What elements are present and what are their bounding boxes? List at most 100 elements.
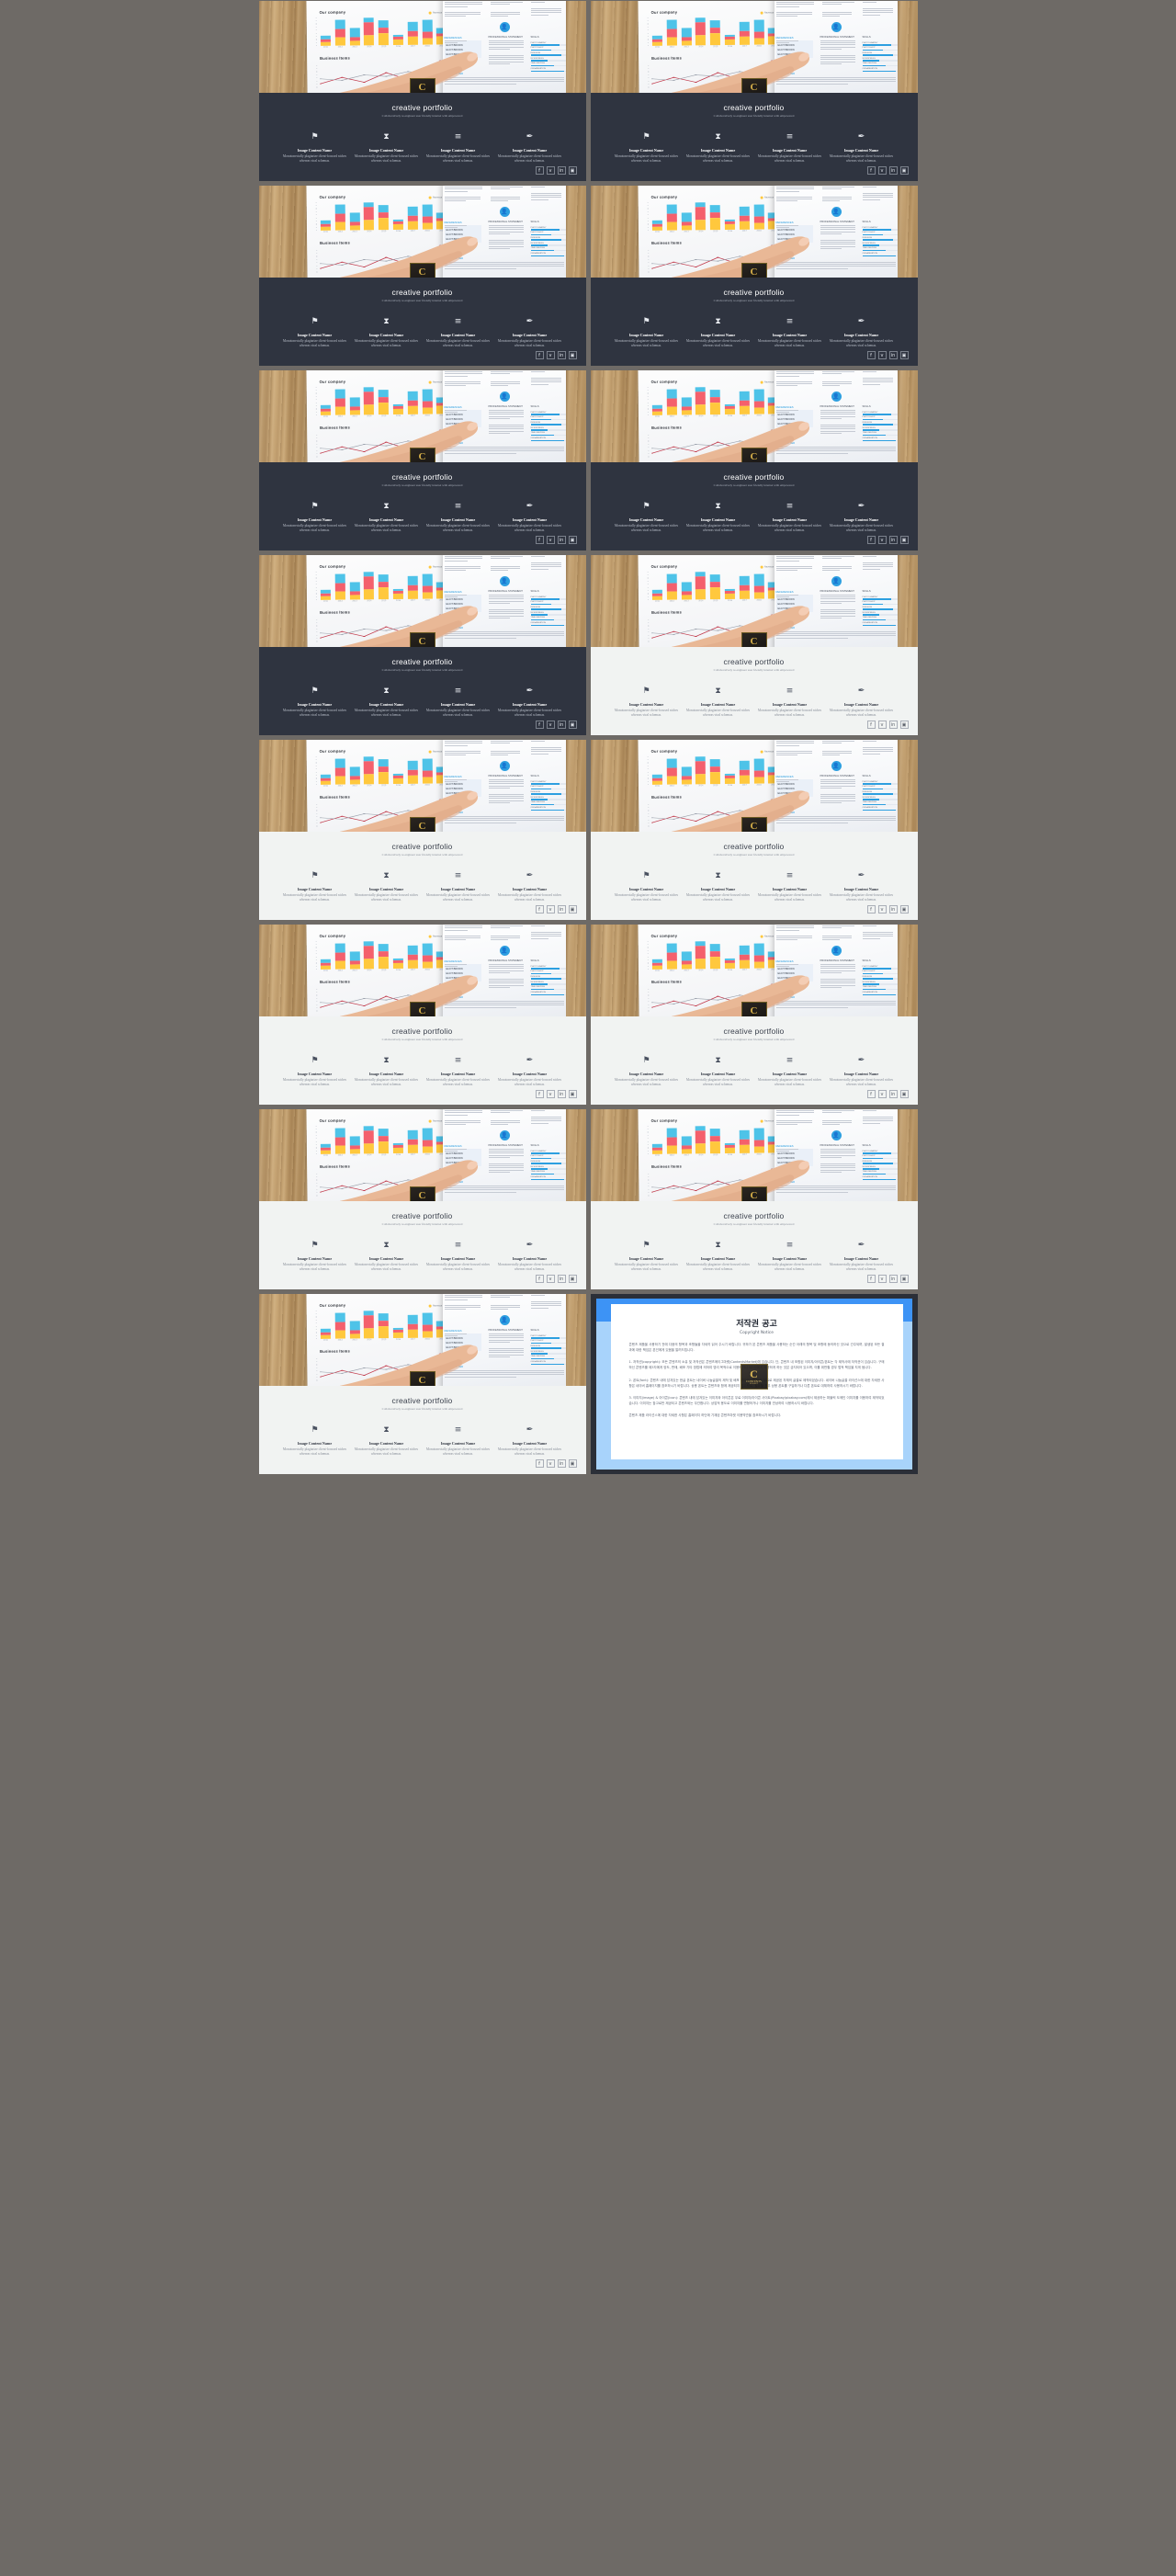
linkedin-icon[interactable]: in	[557, 536, 566, 544]
facebook-icon[interactable]: f	[866, 351, 876, 359]
instagram-icon[interactable]: ▣	[568, 905, 577, 914]
instagram-icon[interactable]: ▣	[568, 1090, 577, 1098]
linkedin-icon[interactable]: in	[557, 721, 566, 729]
layers-icon: ≡	[454, 1425, 462, 1435]
instagram-icon[interactable]: ▣	[568, 1275, 577, 1283]
slide-thumbnail[interactable]: Our companyRevenueCostsOrders20112012201…	[257, 554, 587, 736]
linkedin-icon[interactable]: in	[557, 1090, 566, 1098]
linkedin-icon[interactable]: in	[888, 166, 898, 175]
bar-category-label: 2011	[322, 600, 328, 603]
facebook-icon[interactable]: f	[866, 721, 876, 729]
twitter-icon[interactable]: ᴠ	[877, 1090, 887, 1098]
linkedin-icon[interactable]: in	[888, 536, 898, 544]
bar-category-label: 2015	[380, 415, 386, 418]
facebook-icon[interactable]: f	[535, 1275, 544, 1283]
instagram-icon[interactable]: ▣	[899, 1090, 909, 1098]
chart-title-our-company: Our company	[319, 9, 345, 15]
instagram-icon[interactable]: ▣	[899, 536, 909, 544]
linkedin-icon[interactable]: in	[888, 721, 898, 729]
instagram-icon[interactable]: ▣	[899, 905, 909, 914]
twitter-icon[interactable]: ᴠ	[546, 536, 555, 544]
text-lines	[530, 1301, 564, 1310]
linkedin-icon[interactable]: in	[888, 1090, 898, 1098]
slide-thumbnail[interactable]: Our companyRevenueCostsOrders20112012201…	[257, 924, 587, 1106]
instagram-icon[interactable]: ▣	[899, 351, 909, 359]
instagram-icon[interactable]: ▣	[568, 351, 577, 359]
twitter-icon[interactable]: ᴠ	[877, 166, 887, 175]
twitter-icon[interactable]: ᴠ	[546, 905, 555, 914]
instagram-icon[interactable]: ▣	[899, 166, 909, 175]
text-line	[821, 556, 854, 558]
bar-group: 2016	[392, 403, 403, 417]
facebook-icon[interactable]: f	[535, 536, 544, 544]
slide-thumbnail[interactable]: Our companyRevenueCostsOrders20112012201…	[589, 554, 919, 736]
facebook-icon[interactable]: f	[535, 905, 544, 914]
text-line	[488, 430, 524, 432]
slide-grid: Our companyRevenueCostsOrders20112012201…	[0, 0, 1176, 1475]
copyright-slide[interactable]: 저작권 공고 Copyright Notice 콘텐츠 제품을 사용하기 전에 다음…	[589, 1293, 919, 1475]
instagram-icon[interactable]: ▣	[568, 166, 577, 175]
text-line	[488, 1337, 524, 1339]
facebook-icon[interactable]: f	[866, 166, 876, 175]
twitter-icon[interactable]: ᴠ	[877, 351, 887, 359]
linkedin-icon[interactable]: in	[557, 351, 566, 359]
slide-thumbnail[interactable]: Our companyRevenueCostsOrders20112012201…	[589, 1108, 919, 1290]
facebook-icon[interactable]: f	[866, 1090, 876, 1098]
linkedin-icon[interactable]: in	[557, 1275, 566, 1283]
bar-category-label: 2015	[380, 46, 386, 49]
instagram-icon[interactable]: ▣	[568, 1459, 577, 1468]
twitter-icon[interactable]: ᴠ	[877, 536, 887, 544]
linkedin-icon[interactable]: in	[888, 351, 898, 359]
text-line	[444, 225, 467, 226]
legend-swatch	[428, 1304, 431, 1308]
linkedin-icon[interactable]: in	[557, 166, 566, 175]
slide-thumbnail[interactable]: Our companyRevenueCostsOrders20112012201…	[257, 0, 587, 182]
twitter-icon[interactable]: ᴠ	[877, 905, 887, 914]
facebook-icon[interactable]: f	[535, 1459, 544, 1468]
twitter-icon[interactable]: ᴠ	[546, 1275, 555, 1283]
slide-thumbnail[interactable]: Our companyRevenueCostsOrders20112012201…	[257, 1108, 587, 1290]
skill-bar-track	[530, 1347, 566, 1350]
facebook-icon[interactable]: f	[535, 721, 544, 729]
twitter-icon[interactable]: ᴠ	[877, 721, 887, 729]
twitter-icon[interactable]: ᴠ	[546, 351, 555, 359]
facebook-icon[interactable]: f	[866, 536, 876, 544]
legend-entry: Revenue	[428, 935, 442, 938]
twitter-icon[interactable]: ᴠ	[546, 721, 555, 729]
slide-thumbnail[interactable]: Our companyRevenueCostsOrders20112012201…	[589, 739, 919, 921]
text-lines	[775, 1109, 817, 1117]
linkedin-icon[interactable]: in	[557, 905, 566, 914]
facebook-icon[interactable]: f	[535, 166, 544, 175]
slide-thumbnail[interactable]: Our companyRevenueCostsOrders20112012201…	[257, 1293, 587, 1475]
facebook-icon[interactable]: f	[866, 905, 876, 914]
slide-thumbnail[interactable]: Our companyRevenueCostsOrders20112012201…	[257, 185, 587, 367]
facebook-icon[interactable]: f	[535, 351, 544, 359]
slide-thumbnail[interactable]: Our companyRevenueCostsOrders20112012201…	[589, 185, 919, 367]
slide-thumbnail[interactable]: Our companyRevenueCostsOrders20112012201…	[257, 369, 587, 551]
twitter-icon[interactable]: ᴠ	[877, 1275, 887, 1283]
instagram-icon[interactable]: ▣	[899, 1275, 909, 1283]
facebook-icon[interactable]: f	[535, 1090, 544, 1098]
slide-thumbnail[interactable]: Our companyRevenueCostsOrders20112012201…	[589, 369, 919, 551]
facebook-icon[interactable]: f	[866, 1275, 876, 1283]
bar-segment	[738, 576, 750, 585]
text-line	[488, 247, 510, 249]
slide-thumbnail[interactable]: Our companyRevenueCostsOrders20112012201…	[257, 739, 587, 921]
footer-column: ⧗ Image Content Name Monotonectally plagia…	[351, 869, 423, 902]
twitter-icon[interactable]: ᴠ	[546, 1090, 555, 1098]
twitter-icon[interactable]: ᴠ	[546, 166, 555, 175]
text-line	[444, 635, 565, 637]
slide-thumbnail[interactable]: Our companyRevenueCostsOrders20112012201…	[589, 0, 919, 182]
instagram-icon[interactable]: ▣	[568, 536, 577, 544]
text-line	[488, 970, 524, 971]
instagram-icon[interactable]: ▣	[899, 721, 909, 729]
skill-bar-track	[862, 54, 898, 57]
linkedin-icon[interactable]: in	[888, 905, 898, 914]
twitter-icon[interactable]: ᴠ	[546, 1459, 555, 1468]
instagram-icon[interactable]: ▣	[568, 721, 577, 729]
bar-segment	[363, 760, 374, 775]
bar-group: 2015	[709, 390, 720, 417]
linkedin-icon[interactable]: in	[888, 1275, 898, 1283]
linkedin-icon[interactable]: in	[557, 1459, 566, 1468]
slide-thumbnail[interactable]: Our companyRevenueCostsOrders20112012201…	[589, 924, 919, 1106]
